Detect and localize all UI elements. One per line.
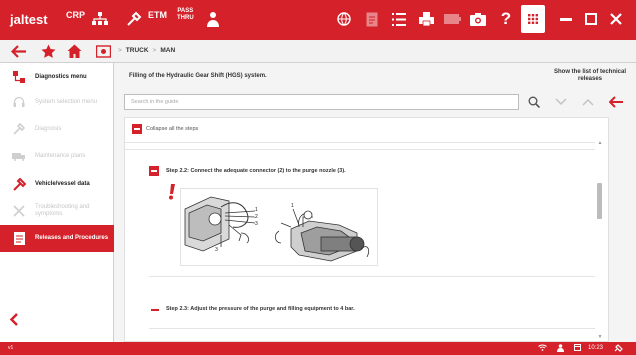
headset-icon	[12, 95, 26, 109]
network-icon[interactable]	[90, 8, 110, 30]
divider	[125, 142, 595, 143]
jaltest-logo: jaltest	[10, 12, 48, 27]
divider	[149, 328, 595, 329]
sidebar-item-label: Diagnostics menu	[35, 73, 87, 80]
sidebar-item-label: Vehicle/vessel data	[35, 180, 90, 187]
scrollbar-thumb[interactable]	[597, 183, 602, 219]
vehicle-data-icon	[12, 177, 26, 191]
sidebar-item-diagnostics-menu[interactable]: Diagnostics menu	[0, 65, 114, 89]
help-icon[interactable]: ?	[496, 8, 516, 30]
status-time: 10:23	[588, 345, 604, 351]
pass-thru-button[interactable]: PASS THRU	[177, 8, 194, 22]
sidebar-item-label: Releases and Procedures	[35, 235, 109, 241]
favorite-star-icon[interactable]	[39, 42, 57, 60]
step-illustration: 1 2 3 1 3	[180, 188, 378, 266]
status-left-text: v1	[8, 345, 14, 351]
label-1: 1	[255, 207, 258, 213]
crp-label: CRP	[66, 10, 86, 20]
crp-button[interactable]: CRP	[66, 10, 85, 20]
truck-icon	[12, 149, 26, 163]
sidebar-item-label: Troubleshooting and symptoms	[35, 204, 90, 217]
scroll-down-icon[interactable]: ▼	[596, 334, 604, 340]
wifi-icon	[538, 344, 547, 353]
warning-exclamation-icon	[168, 184, 176, 204]
sidebar-item-troubleshooting[interactable]: Troubleshooting and symptoms	[0, 199, 114, 223]
vehicle-info-icon[interactable]	[94, 42, 112, 60]
breadcrumb-separator: >	[152, 47, 157, 54]
wrench-icon	[12, 122, 26, 136]
document-icon[interactable]	[362, 8, 382, 30]
label-3-bottom: 3	[215, 247, 218, 253]
home-icon[interactable]	[65, 42, 83, 60]
logo-text: jaltest	[10, 12, 48, 27]
diagnostics-icon	[12, 70, 26, 84]
top-toolbar: jaltest CRP ETM PASS THRU ?	[0, 0, 636, 40]
label-2: 2	[255, 214, 258, 220]
divider	[149, 276, 595, 277]
camera-icon[interactable]	[468, 8, 488, 30]
maximize-icon[interactable]	[581, 8, 601, 30]
sidebar-item-diagnosis[interactable]: Diagnosis	[0, 117, 114, 141]
breadcrumb: > TRUCK > MAN	[118, 47, 175, 54]
collapse-minus-icon[interactable]	[132, 124, 142, 134]
back-arrow-icon[interactable]	[9, 42, 27, 60]
help-label: ?	[500, 9, 512, 28]
procedure-title: Filling of the Hydraulic Gear Shift (HGS…	[129, 73, 267, 79]
breadcrumb-separator: >	[118, 47, 122, 54]
label-3: 3	[255, 221, 258, 227]
list-icon[interactable]	[389, 8, 409, 30]
step-2-3-label: Step 2.3: Adjust the pressure of the pur…	[166, 306, 355, 312]
connection-plug-icon	[614, 344, 623, 354]
divider	[125, 149, 595, 150]
pass-thru-label-top: PASS	[177, 8, 194, 14]
technician-icon[interactable]	[203, 8, 223, 30]
etm-label: ETM	[148, 10, 167, 20]
breadcrumb-item-truck[interactable]: TRUCK	[126, 47, 149, 54]
collapse-all-row[interactable]: Collapse all the steps	[125, 118, 608, 140]
step-2-2-label: Step 2.2: Connect the adequate connector…	[166, 168, 346, 174]
etm-button[interactable]: ETM	[148, 10, 167, 20]
battery-icon[interactable]	[442, 8, 462, 30]
calendar-icon	[574, 344, 581, 353]
search-icon[interactable]	[526, 94, 542, 110]
print-icon[interactable]	[416, 8, 436, 30]
sidebar-item-vehicle-data[interactable]: Vehicle/vessel data	[0, 172, 114, 196]
troubleshooting-icon	[12, 204, 26, 218]
releases-icon	[12, 232, 26, 246]
sidebar-item-releases-procedures[interactable]: Releases and Procedures	[0, 225, 114, 252]
pass-thru-label-bottom: THRU	[177, 15, 194, 21]
scroll-up-icon[interactable]: ▲	[596, 140, 604, 146]
tools-icon[interactable]	[124, 8, 144, 30]
close-icon[interactable]	[606, 8, 626, 30]
show-technical-releases-button[interactable]: Show the list of technical releases	[546, 66, 634, 88]
collapse-all-label: Collapse all the steps	[146, 126, 199, 132]
grid-icon	[528, 14, 538, 24]
step-collapse-icon[interactable]	[149, 166, 159, 176]
sidebar-item-label: Maintenance plans	[35, 152, 86, 159]
minimize-icon[interactable]	[556, 8, 576, 30]
back-red-arrow-icon[interactable]	[608, 94, 624, 110]
main-panel: Filling of the Hydraulic Gear Shift (HGS…	[114, 63, 636, 342]
sidebar-item-label: Diagnosis	[35, 125, 62, 132]
chevron-up-icon[interactable]	[580, 94, 596, 110]
navigation-bar: > TRUCK > MAN	[0, 40, 636, 63]
globe-icon[interactable]	[334, 8, 354, 30]
breadcrumb-item-man[interactable]: MAN	[160, 47, 175, 54]
purge-nozzle-diagram-icon: 1 2 3 1 3	[184, 196, 369, 262]
user-icon	[557, 344, 564, 354]
search-input[interactable]: Search in the guide	[124, 94, 519, 110]
label-1-right: 1	[291, 203, 294, 209]
procedure-content: Collapse all the steps Step 2.2: Connect…	[124, 117, 609, 342]
chevron-down-icon[interactable]	[553, 94, 569, 110]
sidebar-collapse-chevron-icon[interactable]	[9, 313, 18, 331]
sidebar: Diagnostics menu System selection menu D…	[0, 63, 114, 342]
apps-grid-button[interactable]	[521, 5, 545, 33]
step-expand-dash-icon[interactable]	[151, 309, 159, 311]
status-bar: v1 10:23	[0, 342, 636, 355]
sidebar-item-label: System selection menu	[35, 98, 98, 105]
sidebar-item-system-selection[interactable]: System selection menu	[0, 90, 114, 114]
sidebar-item-maintenance[interactable]: Maintenance plans	[0, 144, 114, 168]
content-scrollbar[interactable]: ▲ ▼	[596, 140, 604, 340]
